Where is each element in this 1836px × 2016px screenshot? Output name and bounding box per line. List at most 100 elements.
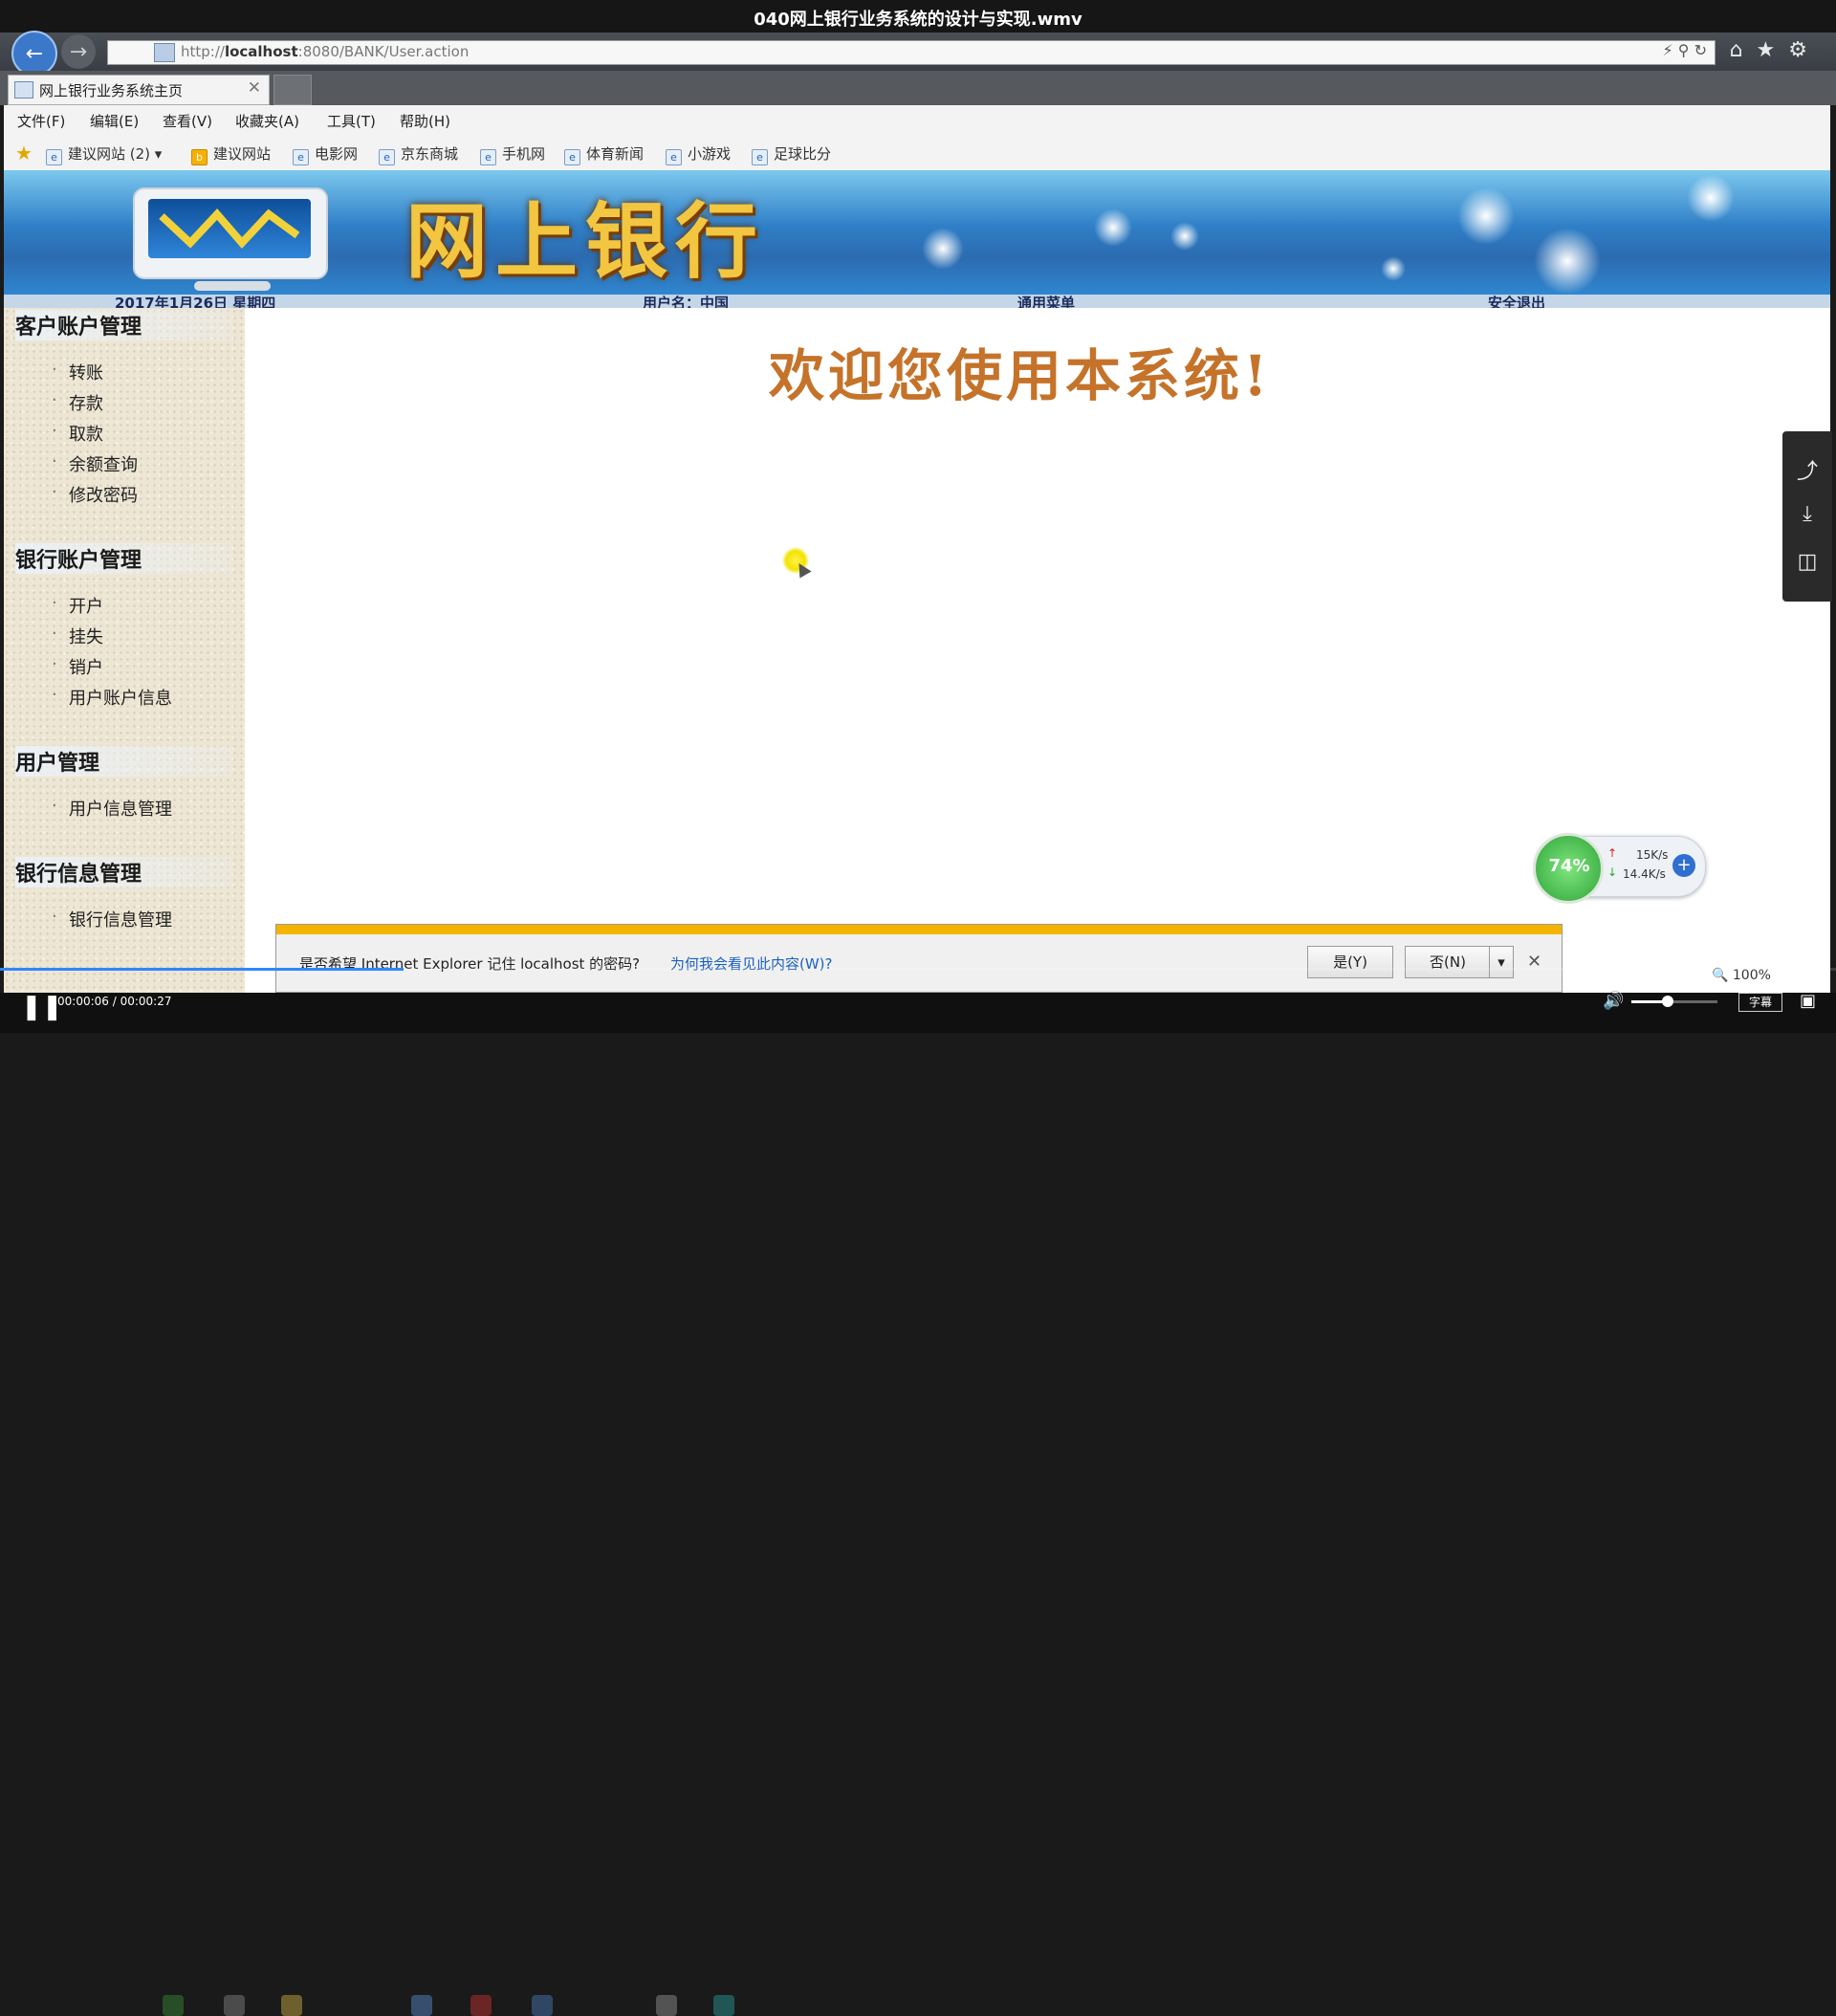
sidebar-item-user-info[interactable]: 用户信息管理 — [52, 796, 172, 821]
sidebar-item-close-account[interactable]: 销户 — [52, 654, 103, 679]
favorites-star-icon[interactable]: ★ — [15, 142, 33, 164]
tab-title: 网上银行业务系统主页 — [39, 82, 184, 99]
video-frame: 040网上银行业务系统的设计与实现.wmv ← → http://localho… — [0, 0, 1836, 2016]
menu-help[interactable]: 帮助(H) — [400, 111, 450, 131]
sidebar-item-deposit[interactable]: 存款 — [52, 390, 103, 415]
download-icon[interactable]: ⤓ — [1782, 502, 1832, 526]
network-speed-widget[interactable]: 74% ↑ 15K/s ↓ 14.4K/s + — [1533, 833, 1706, 904]
menu-bar: 文件(F) 编辑(E) 查看(V) 收藏夹(A) 工具(T) 帮助(H) — [4, 105, 1830, 134]
fav-movies[interactable]: e 电影网 — [293, 143, 358, 165]
refresh-icon[interactable]: ↻ — [1694, 41, 1707, 59]
sparkle — [1170, 222, 1199, 251]
ie-page-icon: e — [752, 149, 768, 165]
no-button[interactable]: 否(N) — [1405, 946, 1491, 978]
subtitles-button[interactable]: 字幕 — [1738, 993, 1782, 1012]
player-side-panel: ⤴ ⤓ ◫ — [1782, 431, 1832, 602]
fav-sports[interactable]: e 体育新闻 — [564, 143, 644, 165]
home-icon[interactable]: ⌂ — [1730, 38, 1757, 62]
fav-mobile[interactable]: e 手机网 — [480, 143, 545, 165]
sidebar-item-change-password[interactable]: 修改密码 — [52, 482, 138, 507]
browser-right-controls: ⌂★⚙ — [1730, 38, 1821, 62]
sidebar-item-balance[interactable]: 余额查询 — [52, 451, 138, 476]
sidebar-item-report-loss[interactable]: 挂失 — [52, 624, 103, 648]
menu-favorites[interactable]: 收藏夹(A) — [235, 111, 299, 131]
download-arrow-icon: ↓ — [1607, 866, 1618, 879]
plus-icon[interactable]: + — [1672, 854, 1695, 877]
ie-page-icon: e — [293, 149, 309, 165]
wave-logo-icon — [159, 208, 300, 249]
notification-stripe — [276, 925, 1562, 934]
welcome-heading: 欢迎您使用本系统! — [769, 343, 1272, 408]
fav-jd[interactable]: e 京东商城 — [379, 143, 458, 165]
sparkle — [1381, 256, 1406, 281]
forward-button[interactable]: → — [61, 34, 96, 69]
fav-suggested-sites-dropdown[interactable]: e 建议网站 (2) ▾ — [46, 143, 162, 165]
logout-link[interactable]: 安全退出 — [1488, 295, 1545, 308]
compat-icon[interactable]: ⚡ — [1662, 41, 1672, 59]
ie-page-icon: e — [46, 149, 62, 165]
volume-knob[interactable] — [1662, 996, 1673, 1007]
sidebar: 客户账户管理 转账 存款 取款 余额查询 修改密码 银行账户管理 开户 挂失 销… — [4, 308, 245, 993]
favorites-bar: ★ e 建议网站 (2) ▾ b 建议网站 e 电影网 e 京东商城 e 手机网 e 体育新… — [4, 134, 1830, 171]
menu-view[interactable]: 查看(V) — [163, 111, 212, 131]
fav-suggested-sites[interactable]: b 建议网站 — [191, 143, 271, 165]
fav-football[interactable]: e 足球比分 — [752, 143, 831, 165]
menu-tools[interactable]: 工具(T) — [327, 111, 376, 131]
trash-icon[interactable]: ◫ — [1782, 550, 1832, 574]
ie-page-icon: e — [480, 149, 496, 165]
new-tab-button[interactable] — [273, 75, 312, 105]
video-time: 00:00:06 / 00:00:27 — [57, 995, 172, 1008]
memory-percent: 74% — [1548, 856, 1590, 876]
date-text: 2017年1月26日 星期四 — [115, 295, 276, 308]
menu-file[interactable]: 文件(F) — [17, 111, 65, 131]
sidebar-section-customer-account: 客户账户管理 — [15, 310, 231, 340]
address-bar[interactable]: http://localhost:8080/BANK/User.action ⚡… — [107, 40, 1716, 65]
pause-button[interactable]: ❚❚ — [21, 993, 63, 1025]
fullscreen-exit-icon[interactable]: ▣ — [1800, 991, 1816, 1011]
forward-arrow-icon: → — [69, 39, 88, 64]
fav-games[interactable]: e 小游戏 — [666, 143, 731, 165]
bing-icon: b — [191, 149, 208, 165]
favorites-star-icon[interactable]: ★ — [1757, 38, 1789, 62]
sidebar-section-bank-info: 银行信息管理 — [15, 857, 231, 887]
back-arrow-icon: ← — [25, 41, 44, 66]
sparkle — [1457, 187, 1515, 245]
no-dropdown-button[interactable]: ▾ — [1489, 946, 1514, 978]
sidebar-item-bank-info[interactable]: 银行信息管理 — [52, 907, 172, 931]
video-controls — [0, 993, 1836, 2016]
close-tab-icon[interactable]: ✕ — [248, 78, 261, 98]
tab-page-icon — [14, 81, 33, 99]
download-speed: 14.4K/s — [1623, 867, 1666, 881]
gear-icon[interactable]: ⚙ — [1788, 38, 1821, 62]
sidebar-item-user-account-info[interactable]: 用户账户信息 — [52, 685, 172, 710]
upload-arrow-icon: ↑ — [1607, 846, 1618, 860]
monitor-logo — [133, 187, 328, 291]
password-save-notification: 是否希望 Internet Explorer 记住 localhost 的密码?… — [275, 924, 1563, 993]
video-progress-fill — [0, 968, 404, 971]
info-strip: 2017年1月26日 星期四 用户名：中国 通用菜单 安全退出 — [4, 295, 1830, 308]
user-text: 用户名：中国 — [643, 295, 730, 308]
sparkle — [1687, 174, 1735, 222]
yes-button[interactable]: 是(Y) — [1307, 946, 1393, 978]
ie-page-icon: e — [666, 149, 682, 165]
search-icon[interactable]: ⚲ — [1678, 41, 1690, 59]
sidebar-item-withdraw[interactable]: 取款 — [52, 421, 103, 446]
page-icon — [154, 43, 175, 62]
sidebar-item-transfer[interactable]: 转账 — [52, 360, 103, 384]
share-icon[interactable]: ⤴ — [1782, 454, 1832, 485]
tab-bank-home[interactable]: 网上银行业务系统主页 ✕ — [8, 75, 270, 105]
bank-banner: 网上银行 — [4, 170, 1830, 295]
upload-speed: 15K/s — [1636, 848, 1669, 862]
sparkle — [922, 228, 964, 270]
volume-icon[interactable]: 🔊 — [1603, 991, 1624, 1011]
menu-edit[interactable]: 编辑(E) — [90, 111, 139, 131]
sidebar-section-bank-account: 银行账户管理 — [15, 543, 231, 574]
ie-page-icon: e — [379, 149, 395, 165]
address-tools[interactable]: ⚡ ⚲ ↻ — [1662, 41, 1707, 59]
sidebar-item-open-account[interactable]: 开户 — [52, 593, 103, 618]
general-menu-link[interactable]: 通用菜单 — [1017, 295, 1075, 308]
url-text: http://localhost:8080/BANK/User.action — [181, 43, 470, 60]
back-button[interactable]: ← — [11, 31, 57, 77]
sidebar-section-user: 用户管理 — [15, 746, 231, 777]
banner-title: 网上银行 — [405, 193, 765, 290]
